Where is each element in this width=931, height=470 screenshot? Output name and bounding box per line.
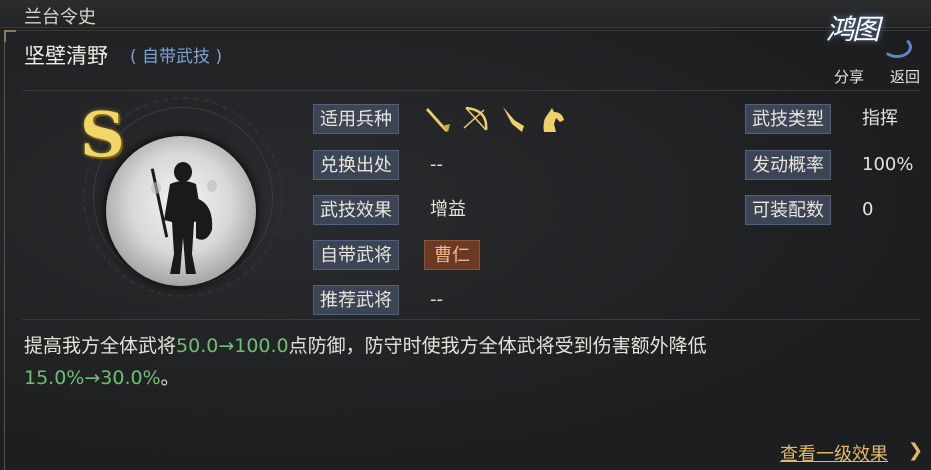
label-trigger-rate: 发动概率	[745, 150, 831, 180]
value-trigger-rate: 100%	[862, 154, 914, 175]
share-button[interactable]: 分享	[834, 66, 864, 87]
value-equip-count: 0	[862, 199, 874, 220]
top-bar: 兰台令史	[0, 0, 931, 28]
value-recommended-general: --	[430, 289, 443, 310]
skill-description: 提高我方全体武将50.0→100.0点防御，防守时使我方全体武将受到伤害额外降低…	[24, 330, 904, 394]
label-skill-type: 武技类型	[745, 104, 831, 134]
corner-ornament	[4, 30, 16, 42]
unit-type-icons	[424, 104, 566, 134]
desc-text-2: 点防御，防守时使我方全体武将受到伤害额外降低	[288, 335, 707, 357]
bow-icon	[463, 106, 488, 131]
logo-mark: 鸿图	[826, 13, 880, 46]
view-level1-effect-link[interactable]: 查看一级效果	[780, 440, 888, 466]
general-tag[interactable]: 曹仁	[424, 240, 480, 270]
value-exchange-source: --	[430, 154, 443, 175]
skill-name: 坚壁清野	[24, 44, 108, 68]
skill-portrait	[106, 136, 256, 286]
value-skill-type: 指挥	[862, 108, 898, 129]
label-own-general: 自带武将	[313, 240, 399, 270]
blade-icon	[503, 107, 524, 132]
desc-value-defense: 50.0→100.0	[176, 335, 289, 357]
spear-icon	[426, 108, 450, 132]
desc-value-reduction: 15.0%→30.0%	[24, 367, 161, 389]
label-recommended-general: 推荐武将	[313, 285, 399, 315]
logo-swirl-icon	[882, 36, 912, 58]
horse-icon	[543, 108, 564, 132]
chevron-right-icon[interactable]: ❯	[908, 440, 923, 461]
label-unit-types: 适用兵种	[313, 104, 399, 134]
desc-text-3: 。	[160, 367, 180, 389]
label-equip-count: 可装配数	[745, 195, 831, 225]
warrior-silhouette-icon	[150, 162, 217, 274]
page-title: 兰台令史	[24, 7, 96, 28]
value-skill-effect: 增益	[430, 199, 466, 220]
skill-grade: S	[80, 98, 125, 171]
back-button[interactable]: 返回	[890, 66, 920, 87]
label-skill-effect: 武技效果	[313, 195, 399, 225]
game-logo: 鸿图	[822, 6, 922, 66]
label-exchange-source: 兑换出处	[313, 150, 399, 180]
desc-text-1: 提高我方全体武将	[24, 335, 177, 357]
skill-subtitle: ( 自带武技 )	[130, 47, 223, 67]
